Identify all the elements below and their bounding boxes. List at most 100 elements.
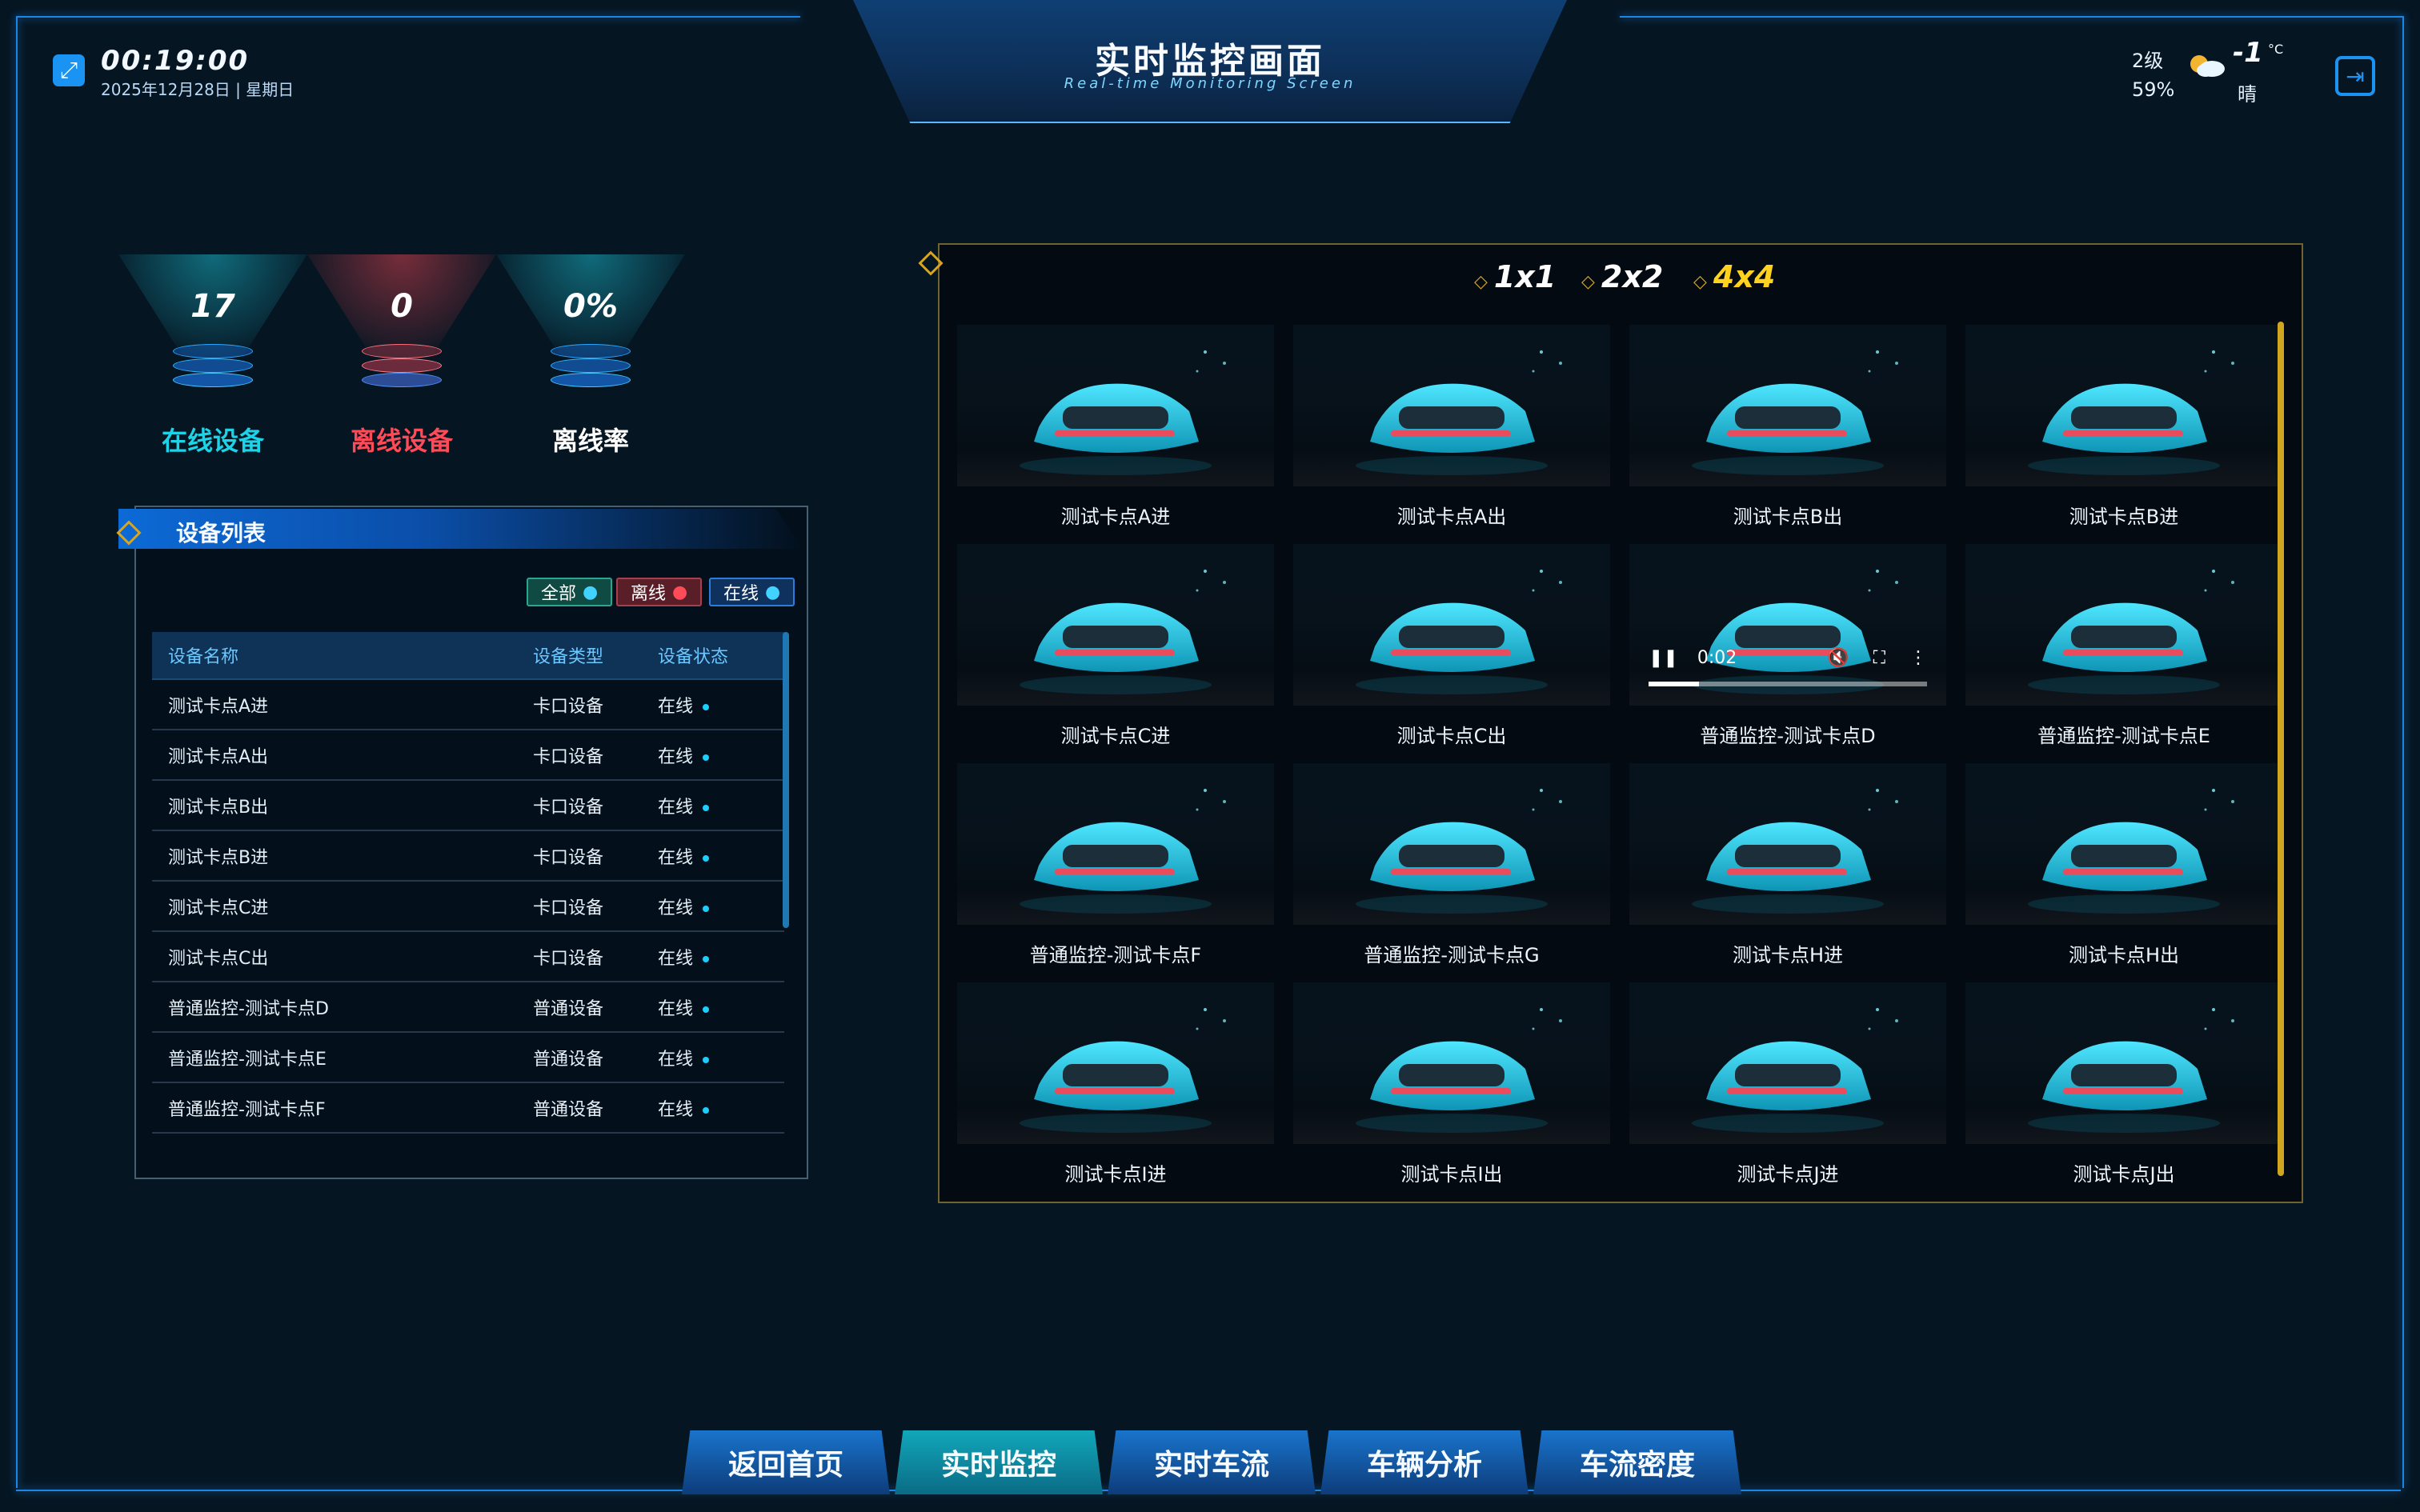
video-thumbnail[interactable] (1965, 325, 2282, 486)
weather-condition: 晴 (2238, 83, 2257, 106)
stat-offline-label: 离线设备 (350, 426, 453, 456)
device-table-scrollbar[interactable] (783, 632, 789, 928)
fullscreen-icon[interactable]: ⛶ (1873, 648, 1885, 668)
layout-2x2-button[interactable]: ◇ 2x2 (1581, 259, 1663, 294)
device-status: 在线 (658, 1095, 784, 1121)
layout-4x4-label: 4x4 (1713, 259, 1776, 294)
table-row[interactable]: 测试卡点B进 卡口设备 在线 (152, 831, 784, 882)
filter-online-label: 在线 (723, 584, 759, 604)
filter-offline-button[interactable]: 离线 ● (616, 578, 703, 606)
pause-icon[interactable]: ❚❚ (1649, 648, 1678, 668)
video-caption: 普通监控-测试卡点F (1029, 943, 1202, 966)
video-thumbnail[interactable] (957, 763, 1274, 925)
device-type: 卡口设备 (533, 898, 604, 918)
device-name: 测试卡点B进 (168, 847, 269, 868)
table-row[interactable]: 普通监控-测试卡点E 普通设备 在线 (152, 1033, 784, 1083)
video-tile[interactable]: 测试卡点B出 (1629, 325, 1946, 542)
video-tile[interactable]: 测试卡点H出 (1965, 763, 2282, 981)
date: 2025年12月28日 | 星期日 (101, 80, 294, 99)
video-tile[interactable]: 测试卡点C进 (957, 544, 1274, 762)
nav-home-label: 返回首页 (727, 1449, 843, 1482)
video-tile[interactable]: ❚❚ 0:02 🔇 ⛶ ⋮ 普通监控-测试卡点D (1629, 544, 1946, 762)
filter-online-button[interactable]: 在线 ● (709, 578, 795, 606)
video-thumbnail[interactable] (1293, 982, 1610, 1144)
table-row[interactable]: 测试卡点A进 卡口设备 在线 (152, 680, 784, 730)
video-thumbnail[interactable] (1965, 763, 2282, 925)
logout-button[interactable]: ⇥ (2335, 56, 2375, 96)
device-name: 测试卡点C进 (168, 898, 269, 918)
video-thumbnail[interactable] (1629, 763, 1946, 925)
video-tile[interactable]: 测试卡点C出 (1293, 544, 1610, 762)
video-thumbnail[interactable] (1965, 544, 2282, 706)
table-row[interactable]: 普通监控-测试卡点D 普通设备 在线 (152, 982, 784, 1033)
video-thumbnail[interactable] (1293, 763, 1610, 925)
video-caption: 测试卡点H进 (1732, 943, 1844, 966)
table-row[interactable]: 测试卡点C进 卡口设备 在线 (152, 882, 784, 932)
stat-rate-value: 0% (563, 288, 618, 325)
nav-vehicle-analysis-button[interactable]: 车辆分析 (1320, 1430, 1529, 1494)
video-progress-bar[interactable] (1649, 682, 1927, 686)
nav-traffic-density-button[interactable]: 车流密度 (1533, 1430, 1741, 1494)
video-thumbnail[interactable]: ❚❚ 0:02 🔇 ⛶ ⋮ (1629, 544, 1946, 706)
nav-realtime-traffic-button[interactable]: 实时车流 (1108, 1430, 1316, 1494)
video-controls[interactable]: ❚❚ 0:02 🔇 ⛶ ⋮ (1649, 634, 1927, 682)
video-thumbnail[interactable] (1629, 325, 1946, 486)
table-row[interactable]: 普通监控-测试卡点F 普通设备 在线 (152, 1083, 784, 1134)
video-tile[interactable]: 测试卡点I出 (1293, 982, 1610, 1200)
video-caption: 测试卡点C进 (1060, 724, 1171, 747)
video-tile[interactable]: 普通监控-测试卡点G (1293, 763, 1610, 981)
video-tile[interactable]: 测试卡点H进 (1629, 763, 1946, 981)
layout-1x1-button[interactable]: ◇ 1x1 (1474, 259, 1556, 294)
video-thumbnail[interactable] (1965, 982, 2282, 1144)
device-type: 普通设备 (533, 1049, 604, 1070)
wind-level: 2级 (2132, 50, 2164, 72)
col-device-name: 设备名称 (168, 647, 239, 667)
video-wall-scrollbar[interactable] (2278, 322, 2284, 1176)
video-caption: 测试卡点J出 (2073, 1162, 2175, 1186)
table-row[interactable]: 测试卡点C出 卡口设备 在线 (152, 932, 784, 982)
device-name: 普通监控-测试卡点F (168, 1099, 326, 1120)
device-type: 卡口设备 (533, 847, 604, 868)
video-tile[interactable]: 测试卡点B进 (1965, 325, 2282, 542)
stats-panel: 17 在线设备 0 离线设备 0% 离线率 (118, 254, 797, 462)
frame-top-right (2402, 16, 2404, 1488)
layout-4x4-button[interactable]: ◇ 4x4 (1693, 259, 1775, 294)
video-tile[interactable]: 测试卡点I进 (957, 982, 1274, 1200)
stat-offline: 0 离线设备 (307, 254, 496, 462)
video-tile[interactable]: 普通监控-测试卡点F (957, 763, 1274, 981)
device-list-title: 设备列表 (176, 520, 266, 546)
video-thumbnail[interactable] (957, 982, 1274, 1144)
car-image-icon (1020, 1008, 1226, 1133)
frame-top-left (16, 16, 18, 1488)
fullscreen-button[interactable]: ⤢ (53, 54, 85, 86)
video-caption: 普通监控-测试卡点E (2037, 724, 2210, 747)
device-status: 在线 (658, 1045, 784, 1070)
nav-realtime-monitoring-button[interactable]: 实时监控 (895, 1430, 1103, 1494)
video-thumbnail[interactable] (1293, 325, 1610, 486)
video-thumbnail[interactable] (957, 544, 1274, 706)
video-tile[interactable]: 普通监控-测试卡点E (1965, 544, 2282, 762)
layout-2x2-label: 2x2 (1601, 259, 1664, 294)
nav-home-button[interactable]: 返回首页 (682, 1430, 890, 1494)
video-tile[interactable]: 测试卡点J出 (1965, 982, 2282, 1200)
table-row[interactable]: 测试卡点A出 卡口设备 在线 (152, 730, 784, 781)
video-thumbnail[interactable] (957, 325, 1274, 486)
device-type: 卡口设备 (533, 696, 604, 717)
video-tile[interactable]: 测试卡点J进 (1629, 982, 1946, 1200)
video-tile[interactable]: 测试卡点A进 (957, 325, 1274, 542)
car-image-icon (2028, 789, 2234, 914)
filter-all-label: 全部 (541, 584, 577, 604)
video-caption: 测试卡点J进 (1737, 1162, 1839, 1186)
car-image-icon (1692, 350, 1898, 475)
filter-all-button[interactable]: 全部 ● (527, 578, 613, 606)
car-image-icon (1692, 789, 1898, 914)
video-thumbnail[interactable] (1629, 982, 1946, 1144)
video-tile[interactable]: 测试卡点A出 (1293, 325, 1610, 542)
table-row[interactable]: 测试卡点B出 卡口设备 在线 (152, 781, 784, 831)
video-thumbnail[interactable] (1293, 544, 1610, 706)
more-options-icon[interactable]: ⋮ (1909, 648, 1927, 668)
stat-online-value: 17 (190, 288, 235, 325)
mute-icon[interactable]: 🔇 (1827, 648, 1849, 668)
device-status: 在线 (658, 944, 784, 970)
device-name: 测试卡点B出 (168, 797, 269, 818)
